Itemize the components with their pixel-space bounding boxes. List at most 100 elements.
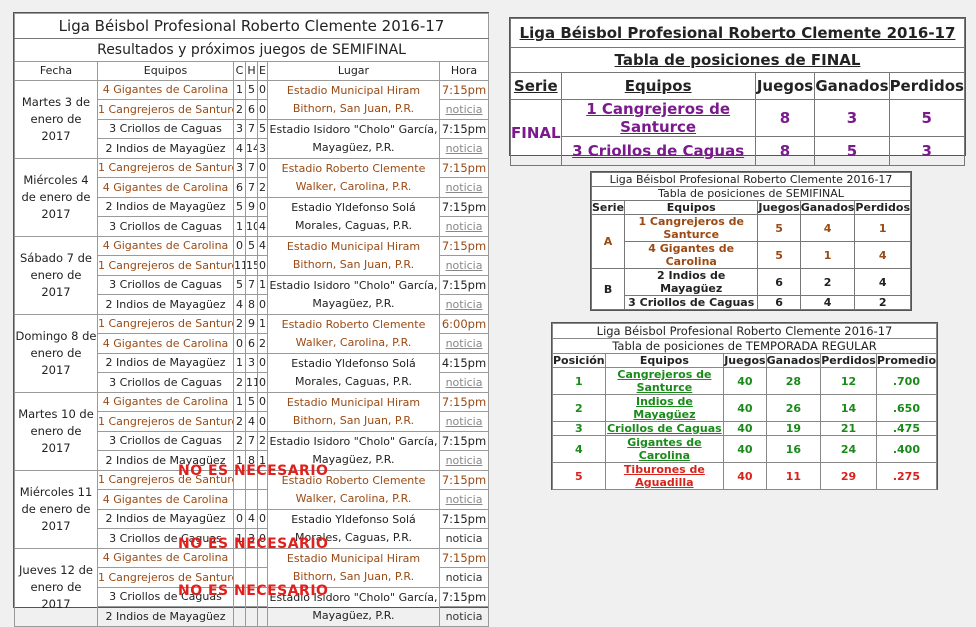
- errors-cell: 0: [257, 392, 268, 412]
- noticia-link[interactable]: noticia: [446, 415, 483, 428]
- time-text: 7:15pm: [441, 512, 487, 526]
- team-link-container: Cangrejeros de Santurce: [604, 367, 725, 395]
- losses-cell-container: 12: [820, 367, 877, 395]
- venue: Estadio Municipal Hiram Bithorn, San Jua…: [267, 392, 440, 432]
- header-h: H: [245, 61, 258, 81]
- semi-title: Liga Béisbol Profesional Roberto Clement…: [591, 172, 911, 187]
- final-juegos: 8: [754, 99, 816, 137]
- hora-cell: noticia: [438, 138, 490, 159]
- team-link[interactable]: Criollos de Caguas: [607, 422, 722, 435]
- final-team-link[interactable]: 3 Criollos de Caguas: [572, 142, 744, 160]
- team-name: 3 Criollos de Caguas: [97, 275, 234, 295]
- noticia-link[interactable]: noticia: [446, 142, 483, 155]
- errors-cell: [257, 606, 268, 627]
- errors-cell: 0: [257, 353, 268, 373]
- errors-cell: 0: [257, 255, 268, 276]
- game-row: Domingo 8 de enero de 2017 1 Cangrejeros …: [14, 314, 490, 393]
- game-time: 6:00pm: [438, 314, 490, 334]
- final-team-link[interactable]: 1 Cangrejeros de Santurce: [586, 100, 730, 136]
- semi-juegos: 5: [757, 214, 801, 242]
- game-time: 7:15pm: [438, 197, 490, 217]
- hits-cell: 9: [245, 314, 258, 334]
- semi-header-serie: Serie: [590, 200, 626, 215]
- semi-ganados: 4: [799, 214, 856, 242]
- header-lugar: Lugar: [267, 61, 440, 81]
- team-name: 1 Cangrejeros de Santurce: [97, 314, 234, 334]
- wins-cell-container: 11: [765, 462, 822, 490]
- hits-cell: 14: [245, 138, 258, 159]
- semi-header-juegos: Juegos: [757, 200, 801, 215]
- position-cell-container: 4: [552, 435, 606, 463]
- team-name: 4 Gigantes de Carolina: [97, 80, 234, 100]
- wins-cell: 28: [785, 374, 802, 388]
- average-cell: .700: [892, 374, 920, 388]
- runs-cell: 3: [233, 158, 246, 178]
- semi-team: 3 Criollos de Caguas: [624, 295, 759, 310]
- noticia-link[interactable]: noticia: [446, 454, 483, 467]
- runs-cell: 0: [233, 509, 246, 529]
- hits-cell: 10: [245, 216, 258, 237]
- errors-cell: 0: [257, 411, 268, 432]
- not-necessary-label: NO ES NECESARIO: [178, 463, 329, 479]
- semi-perdidos: 4: [854, 241, 911, 269]
- errors-cell: 2: [257, 333, 268, 354]
- team-name: 2 Indios de Mayagüez: [97, 353, 234, 373]
- time-text: 7:15pm: [441, 473, 487, 487]
- errors-cell: 0: [257, 509, 268, 529]
- wins-cell-container: 26: [765, 394, 822, 422]
- noticia-link[interactable]: noticia: [446, 493, 483, 506]
- team-link[interactable]: Gigantes de Carolina: [627, 436, 701, 462]
- noticia-link[interactable]: noticia: [446, 337, 483, 350]
- games-cell: 40: [737, 422, 753, 435]
- noticia-link[interactable]: noticia: [446, 220, 483, 233]
- noticia-link[interactable]: noticia: [446, 532, 483, 545]
- average-cell-container: .700: [875, 367, 938, 395]
- semi-team: 4 Gigantes de Carolina: [624, 241, 759, 269]
- game-date: Martes 3 de enero de 2017: [14, 80, 98, 159]
- team-name: 2 Indios de Mayagüez: [97, 294, 234, 315]
- games-cell: 40: [737, 442, 753, 456]
- standings-row: 4 Gigantes de Carolina 40 16 24 .400: [552, 435, 938, 463]
- noticia-link[interactable]: noticia: [446, 610, 483, 623]
- time-text: 7:15pm: [441, 395, 487, 409]
- time-text: 4:15pm: [441, 356, 487, 370]
- errors-cell: 0: [257, 197, 268, 217]
- team-link-container: Indios de Mayagüez: [604, 394, 725, 422]
- game-date: Martes 10 de enero de 2017: [14, 392, 98, 471]
- final-row: 3 Criollos de Caguas 8 5 3: [511, 136, 966, 166]
- runs-cell: 11: [233, 255, 246, 276]
- noticia-link[interactable]: noticia: [446, 376, 483, 389]
- semi-row: 3 Criollos de Caguas 6 4 2: [592, 295, 911, 310]
- semi-subtitle: Tabla de posiciones de SEMIFINAL: [591, 186, 911, 201]
- noticia-link[interactable]: noticia: [446, 103, 483, 116]
- losses-cell-container: 21: [820, 421, 877, 436]
- runs-cell: 1: [233, 392, 246, 412]
- team-name: 4 Gigantes de Carolina: [97, 177, 234, 198]
- team-link[interactable]: Tiburones de Aguadilla: [624, 463, 705, 489]
- hora-cell: noticia: [438, 606, 490, 627]
- position-cell: 4: [574, 442, 583, 456]
- noticia-link[interactable]: noticia: [446, 298, 483, 311]
- noticia-link[interactable]: noticia: [446, 181, 483, 194]
- semi-perdidos: 1: [854, 214, 911, 242]
- team-name: 1 Cangrejeros de Santurce: [97, 158, 234, 178]
- schedule-title: Liga Béisbol Profesional Roberto Clement…: [13, 13, 490, 39]
- regular-header-perdidos: Perdidos: [820, 353, 877, 368]
- errors-cell: 0: [257, 99, 268, 120]
- team-link[interactable]: Cangrejeros de Santurce: [617, 368, 711, 394]
- noticia-link[interactable]: noticia: [446, 571, 483, 584]
- regular-header-juegos: Juegos: [723, 353, 767, 368]
- runs-cell: [233, 489, 246, 510]
- wins-cell-container: 28: [765, 367, 822, 395]
- wins-cell: 26: [785, 401, 802, 415]
- game-row: Miércoles 4 de enero de 2017 1 Cangrejero…: [14, 158, 490, 237]
- game-date: Jueves 12 de enero de 2017: [14, 548, 98, 627]
- team-name: 3 Criollos de Caguas: [97, 119, 234, 139]
- time-text: 7:15pm: [441, 278, 487, 292]
- team-link[interactable]: Indios de Mayagüez: [633, 395, 695, 421]
- game-date: Domingo 8 de enero de 2017: [14, 314, 98, 393]
- noticia-link[interactable]: noticia: [446, 259, 483, 272]
- losses-cell: 14: [840, 401, 857, 415]
- final-header-ganados: Ganados: [814, 72, 890, 100]
- game-time: 7:15pm: [438, 470, 490, 490]
